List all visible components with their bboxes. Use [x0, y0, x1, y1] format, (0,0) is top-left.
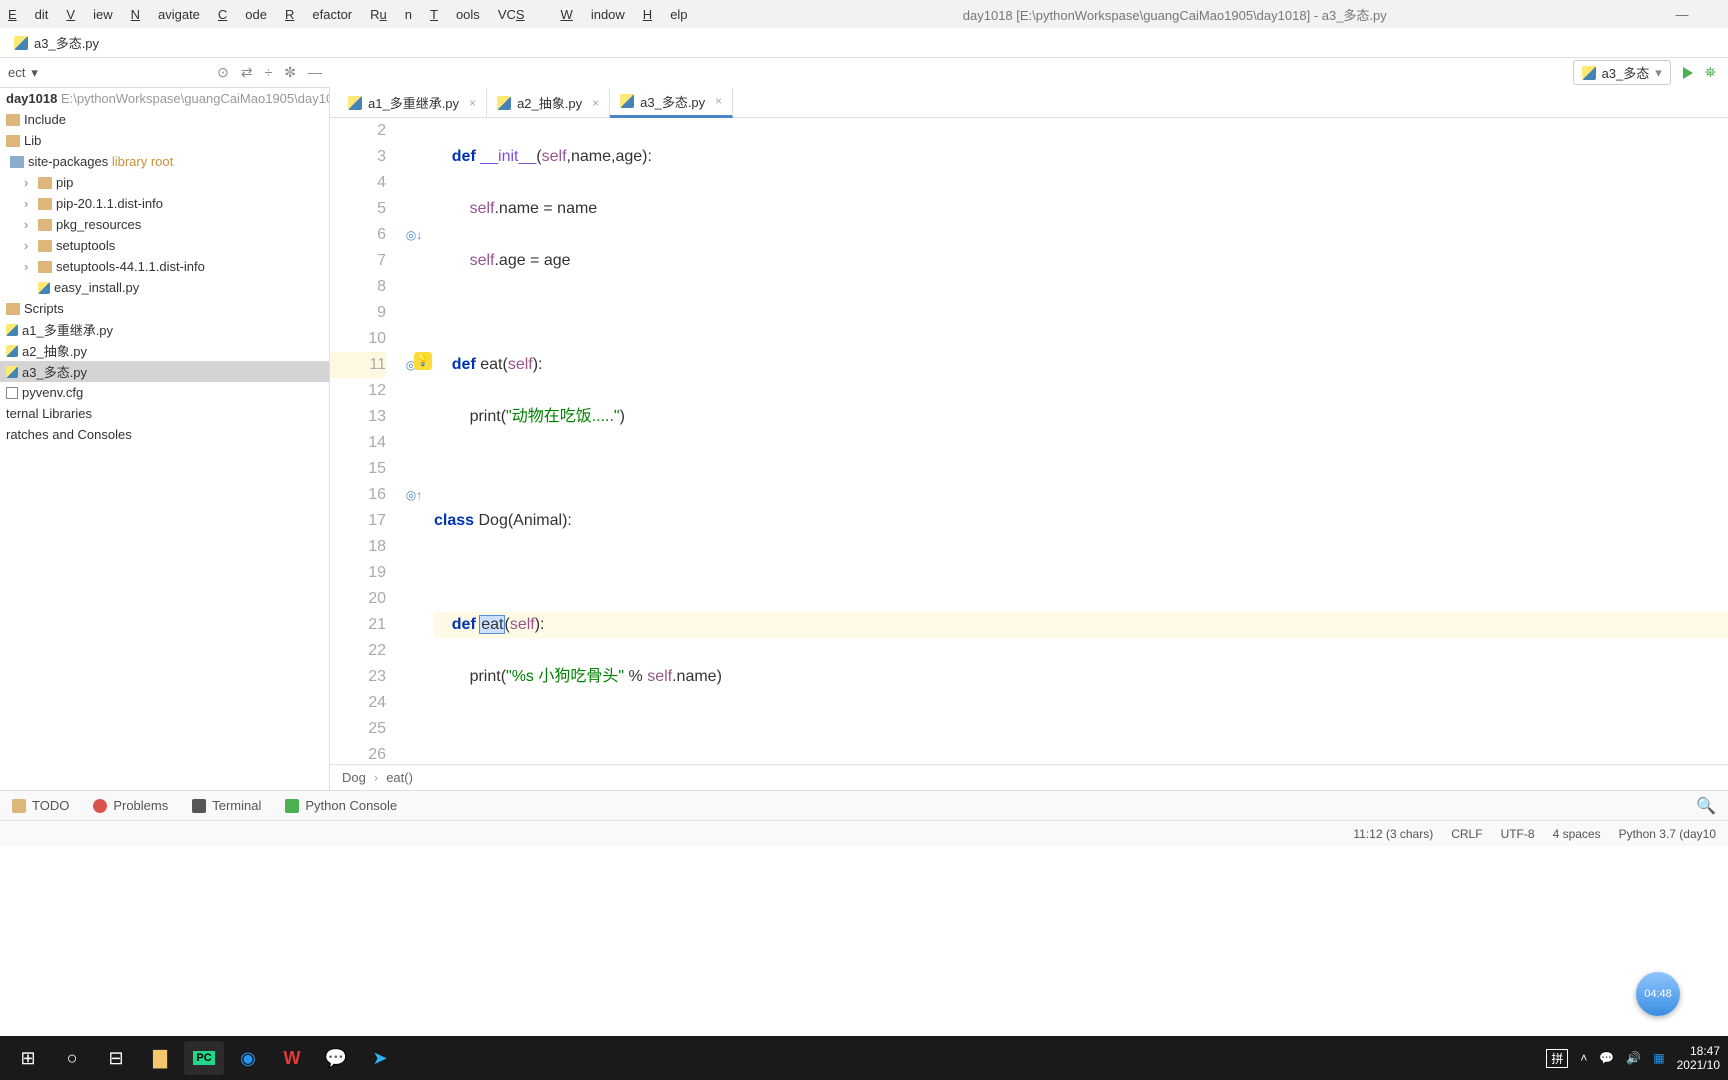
breadcrumb-method[interactable]: eat() [386, 770, 413, 785]
settings-icon[interactable]: ✼ [284, 64, 296, 81]
menu-run[interactable]: Run [370, 7, 412, 22]
python-console-tool[interactable]: Python Console [285, 798, 397, 813]
tray-chevron-icon[interactable]: ˄ [1580, 1051, 1587, 1065]
tree-pipdist[interactable]: ›pip-20.1.1.dist-info [0, 193, 329, 214]
close-icon[interactable]: × [592, 96, 599, 110]
win-start-icon[interactable]: ⊞ [8, 1041, 48, 1075]
tree-scratches[interactable]: ratches and Consoles [0, 424, 329, 445]
breadcrumb[interactable]: Dog › eat() [330, 764, 1728, 790]
editor-tab-a2[interactable]: a2_抽象.py× [487, 88, 610, 118]
line-separator[interactable]: CRLF [1451, 827, 1482, 841]
close-icon[interactable]: × [715, 94, 722, 108]
menu-vcs[interactable]: VCS [498, 7, 543, 22]
hide-icon[interactable]: — [308, 64, 322, 81]
menu-code[interactable]: Code [218, 7, 267, 22]
run-button[interactable] [1683, 67, 1693, 79]
python-interpreter[interactable]: Python 3.7 (day10 [1619, 827, 1716, 841]
caret-position[interactable]: 11:12 (3 chars) [1353, 827, 1433, 841]
tree-setuptoolsdist[interactable]: ›setuptools-44.1.1.dist-info [0, 256, 329, 277]
status-bar: 11:12 (3 chars) CRLF UTF-8 4 spaces Pyth… [0, 820, 1728, 846]
tree-scripts[interactable]: Scripts [0, 298, 329, 319]
breadcrumb-class[interactable]: Dog [342, 770, 366, 785]
editor-tab-a3[interactable]: a3_多态.py× [610, 88, 733, 118]
os-taskbar[interactable]: ⊞ ○ ⊟ ▇ PC ◉ W 💬 ➤ 拼 ˄ 💬 🔊 ▦ 18:47 2021/… [0, 1036, 1728, 1080]
tree-a3[interactable]: a3_多态.py [0, 361, 329, 382]
run-config-toolbar: a3_多态 ▾ ⛯ [1573, 60, 1716, 85]
app-blue-icon[interactable]: ◉ [228, 1041, 268, 1075]
menu-tools[interactable]: Tools [430, 7, 480, 22]
chevron-right-icon: › [374, 770, 378, 785]
tree-easy-install[interactable]: easy_install.py [0, 277, 329, 298]
cortana-icon[interactable]: ○ [52, 1041, 92, 1075]
pycharm-icon[interactable]: PC [184, 1041, 224, 1075]
menubar[interactable]: Edit View Navigate Code Refactor Run Too… [0, 0, 1728, 28]
navigation-bar: a3_多态.py a3_多态 ▾ ⛯ [0, 28, 1728, 58]
tray-misc-icon[interactable]: ▦ [1653, 1051, 1664, 1065]
close-icon[interactable]: × [469, 96, 476, 110]
python-file-icon [1582, 66, 1596, 80]
task-view-icon[interactable]: ⊟ [96, 1041, 136, 1075]
todo-tool[interactable]: TODO [12, 798, 69, 813]
tree-site-packages[interactable]: site-packages library root [0, 151, 329, 172]
nav-file-tab[interactable]: a3_多态.py [8, 29, 105, 56]
code-editor[interactable]: 2 3 4 5 6 7 8 9 10 11 12 13 14 15 16 17 … [330, 118, 1728, 764]
debug-button[interactable]: ⛯ [1705, 64, 1716, 81]
menu-refactor[interactable]: Refactor [285, 7, 352, 22]
menu-help[interactable]: Help [643, 7, 688, 22]
window-title: day1018 [E:\pythonWorkspase\guangCaiMao1… [706, 5, 1644, 24]
tray-sound-icon[interactable]: 🔊 [1626, 1051, 1641, 1065]
wechat-icon[interactable]: 💬 [316, 1041, 356, 1075]
project-tree[interactable]: day1018 E:\pythonWorkspase\guangCaiMao19… [0, 88, 330, 790]
project-tool-header: ect ▾ ⊙ ⇄ ÷ ✼ — [0, 58, 330, 88]
encoding[interactable]: UTF-8 [1501, 827, 1535, 841]
tree-include[interactable]: Include [0, 109, 329, 130]
editor-tabs: a1_多重继承.py× a2_抽象.py× a3_多态.py× [330, 88, 1728, 118]
chevron-down-icon: ▾ [1655, 65, 1662, 81]
python-file-icon [14, 36, 28, 50]
line-gutter: 2 3 4 5 6 7 8 9 10 11 12 13 14 15 16 17 … [330, 118, 400, 764]
ime-indicator[interactable]: 拼 [1546, 1049, 1568, 1068]
menu-window[interactable]: Window [561, 7, 625, 22]
menu-view[interactable]: View [66, 7, 112, 22]
tree-pyvenv[interactable]: pyvenv.cfg [0, 382, 329, 403]
run-config-label: a3_多态 [1602, 63, 1650, 82]
tree-a2[interactable]: a2_抽象.py [0, 340, 329, 361]
terminal-tool[interactable]: Terminal [192, 798, 261, 813]
tree-a1[interactable]: a1_多重继承.py [0, 319, 329, 340]
browser-icon[interactable]: ➤ [360, 1041, 400, 1075]
tree-setuptools[interactable]: ›setuptools [0, 235, 329, 256]
expand-icon[interactable]: ⇄ [241, 64, 253, 81]
tree-pkg[interactable]: ›pkg_resources [0, 214, 329, 235]
problems-tool[interactable]: Problems [93, 798, 168, 813]
override-marker-icon: ◎↓ [400, 222, 428, 248]
tree-lib[interactable]: Lib [0, 130, 329, 151]
tree-root[interactable]: day1018 E:\pythonWorkspase\guangCaiMao19… [0, 88, 329, 109]
code-content[interactable]: def __init__(self,name,age): self.name =… [428, 118, 1728, 764]
bottom-toolbar: TODO Problems Terminal Python Console 🔍 [0, 790, 1728, 820]
chevron-down-icon[interactable]: ▾ [31, 65, 38, 81]
menu-edit[interactable]: Edit [8, 7, 48, 22]
tray-wechat-icon[interactable]: 💬 [1599, 1051, 1614, 1065]
system-clock[interactable]: 18:47 2021/10 [1677, 1044, 1720, 1072]
run-config-selector[interactable]: a3_多态 ▾ [1573, 60, 1671, 85]
tree-external-libs[interactable]: ternal Libraries [0, 403, 329, 424]
nav-file-label: a3_多态.py [34, 33, 99, 52]
marker-gutter: ◎↓ ◎↑ ◎↑ [400, 118, 428, 764]
timer-badge: 04:48 [1636, 972, 1680, 1016]
minimize-button[interactable]: — [1662, 7, 1702, 22]
override-marker-icon: ◎↑ [400, 482, 428, 508]
collapse-icon[interactable]: ÷ [265, 64, 273, 81]
wps-icon[interactable]: W [272, 1041, 312, 1075]
tree-pip[interactable]: ›pip [0, 172, 329, 193]
intention-bulb-icon[interactable]: 💡 [414, 352, 432, 370]
project-label: ect [8, 65, 25, 80]
locate-icon[interactable]: ⊙ [217, 64, 229, 81]
event-log-icon[interactable]: 🔍 [1696, 796, 1716, 816]
editor-tab-a1[interactable]: a1_多重继承.py× [338, 88, 487, 118]
menu-navigate[interactable]: Navigate [131, 7, 200, 22]
explorer-icon[interactable]: ▇ [140, 1041, 180, 1075]
indent[interactable]: 4 spaces [1553, 827, 1601, 841]
